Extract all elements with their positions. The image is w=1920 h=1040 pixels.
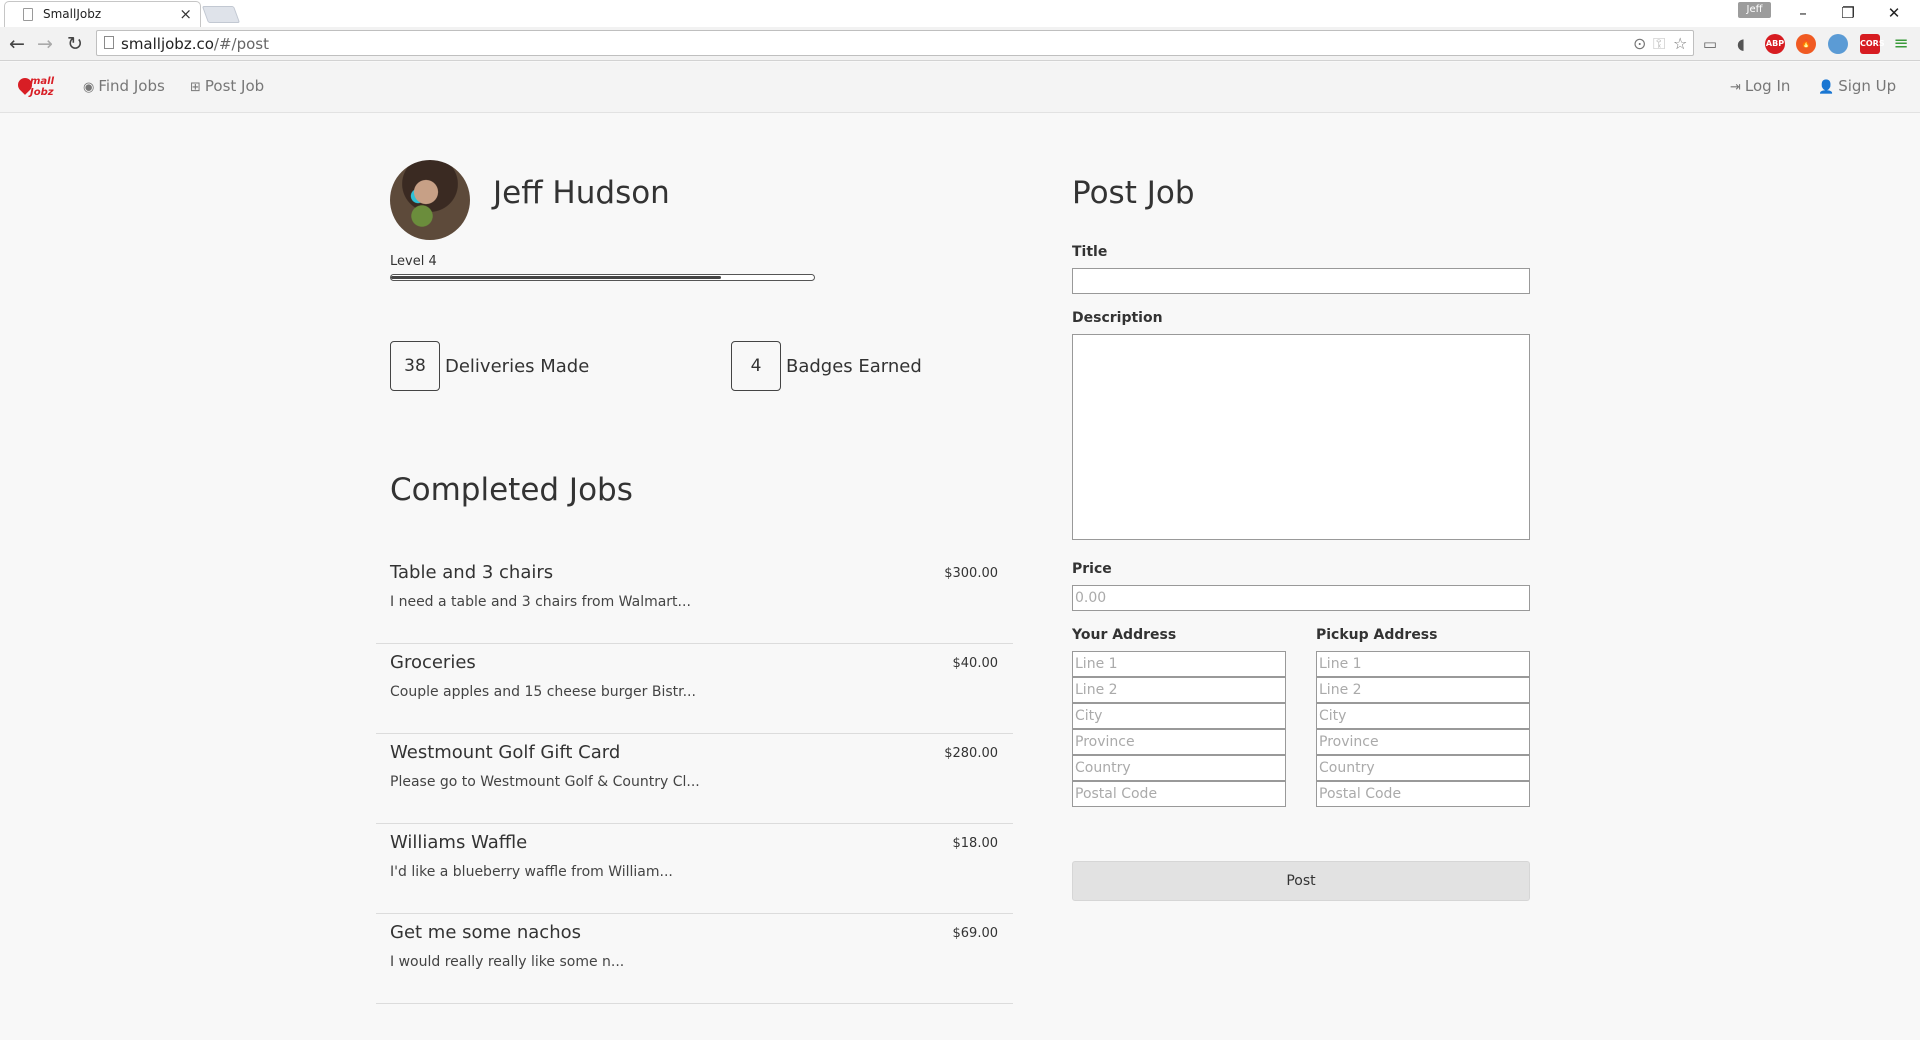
completed-jobs-heading: Completed Jobs bbox=[390, 472, 633, 508]
badges-count: 4 bbox=[731, 341, 781, 391]
cast-icon[interactable]: ▭ bbox=[1700, 34, 1720, 54]
tab-title: SmallJobz bbox=[43, 7, 102, 21]
sign-in-icon: ⇥ bbox=[1730, 80, 1741, 95]
browser-tabstrip: SmallJobz × Jeff – ❐ ✕ bbox=[0, 0, 1920, 27]
your-address-country-input[interactable] bbox=[1072, 755, 1286, 781]
nav-sign-up[interactable]: 👤 Sign Up bbox=[1818, 77, 1896, 95]
title-input[interactable] bbox=[1072, 268, 1530, 294]
cors-extension-icon[interactable]: CORS bbox=[1860, 34, 1885, 54]
nav-post-job[interactable]: ⊞ Post Job bbox=[190, 77, 264, 95]
nav-log-in[interactable]: ⇥ Log In bbox=[1730, 77, 1790, 95]
bookmark-star-icon[interactable]: ☆ bbox=[1673, 34, 1687, 53]
new-tab-button[interactable] bbox=[201, 6, 241, 23]
logo-text: mall Jobz bbox=[30, 76, 55, 98]
job-price: $300.00 bbox=[944, 566, 998, 581]
post-button[interactable]: Post bbox=[1072, 861, 1530, 901]
price-label: Price bbox=[1072, 561, 1112, 577]
address-bar[interactable]: smalljobz.co/#/post ⊙ ⚿ ☆ bbox=[96, 30, 1694, 56]
your-address-label: Your Address bbox=[1072, 627, 1177, 643]
job-price: $280.00 bbox=[944, 746, 998, 761]
pickup-address-label: Pickup Address bbox=[1316, 627, 1438, 643]
level-label: Level 4 bbox=[390, 254, 437, 269]
job-row[interactable]: Williams Waffle I'd like a blueberry waf… bbox=[376, 824, 1013, 914]
post-job-heading: Post Job bbox=[1072, 175, 1195, 211]
camera-extension-icon[interactable] bbox=[1828, 34, 1848, 54]
job-price: $18.00 bbox=[952, 836, 999, 851]
job-title: Table and 3 chairs bbox=[390, 562, 554, 583]
nav-find-jobs-label: Find Jobs bbox=[98, 77, 165, 95]
title-label: Title bbox=[1072, 244, 1108, 260]
badges-label: Badges Earned bbox=[786, 356, 922, 377]
your-address-line1-input[interactable] bbox=[1072, 651, 1286, 677]
job-title: Get me some nachos bbox=[390, 922, 581, 943]
your-address-postal-input[interactable] bbox=[1072, 781, 1286, 807]
description-label: Description bbox=[1072, 310, 1163, 326]
deliveries-count: 38 bbox=[390, 341, 440, 391]
page-icon bbox=[23, 8, 33, 21]
job-price: $69.00 bbox=[952, 926, 999, 941]
your-address-city-input[interactable] bbox=[1072, 703, 1286, 729]
job-title: Groceries bbox=[390, 652, 476, 673]
description-textarea[interactable] bbox=[1072, 334, 1530, 540]
level-progress-fill bbox=[391, 276, 721, 279]
user-name: Jeff Hudson bbox=[493, 175, 670, 211]
job-row[interactable]: Table and 3 chairs I need a table and 3 … bbox=[376, 554, 1013, 644]
audio-icon[interactable]: ◖ bbox=[1731, 34, 1751, 54]
avatar bbox=[390, 160, 470, 240]
plus-square-icon: ⊞ bbox=[190, 80, 201, 95]
browser-tab[interactable]: SmallJobz × bbox=[4, 1, 201, 27]
restore-icon[interactable]: ❐ bbox=[1828, 2, 1868, 24]
job-title: Westmount Golf Gift Card bbox=[390, 742, 621, 763]
price-input[interactable] bbox=[1072, 585, 1530, 611]
deliveries-label: Deliveries Made bbox=[445, 356, 590, 377]
menu-icon[interactable]: ≡ bbox=[1888, 31, 1914, 57]
pickup-address-line1-input[interactable] bbox=[1316, 651, 1530, 677]
profile-badge[interactable]: Jeff bbox=[1738, 2, 1771, 18]
window-close-icon[interactable]: ✕ bbox=[1874, 2, 1914, 24]
job-row[interactable]: Groceries Couple apples and 15 cheese bu… bbox=[376, 644, 1013, 734]
url-text[interactable]: smalljobz.co/#/post bbox=[121, 35, 269, 53]
pickup-address-line2-input[interactable] bbox=[1316, 677, 1530, 703]
level-progress-bar bbox=[390, 274, 815, 281]
smalljobz-logo[interactable]: mall Jobz bbox=[15, 75, 55, 100]
nav-post-job-label: Post Job bbox=[204, 77, 265, 95]
job-description: I'd like a blueberry waffle from William… bbox=[390, 864, 673, 880]
tab-close-icon[interactable]: × bbox=[179, 5, 192, 23]
page-info-icon[interactable] bbox=[104, 36, 114, 49]
job-description: I would really really like some n... bbox=[390, 954, 625, 970]
pickup-address-country-input[interactable] bbox=[1316, 755, 1530, 781]
adblock-icon[interactable]: ABP bbox=[1765, 34, 1785, 54]
location-icon[interactable]: ⊙ bbox=[1633, 34, 1646, 53]
your-address-line2-input[interactable] bbox=[1072, 677, 1286, 703]
pickup-address-province-input[interactable] bbox=[1316, 729, 1530, 755]
eye-icon: ◉ bbox=[83, 80, 95, 95]
nav-sign-up-label: Sign Up bbox=[1838, 77, 1897, 95]
forward-arrow-icon[interactable]: → bbox=[32, 31, 58, 57]
user-plus-icon: 👤 bbox=[1818, 80, 1835, 95]
browser-toolbar: ← → ↻ smalljobz.co/#/post ⊙ ⚿ ☆ ▭ ◖ ABP … bbox=[0, 27, 1920, 61]
back-arrow-icon[interactable]: ← bbox=[4, 31, 30, 57]
app-navbar: mall Jobz ◉ Find Jobs ⊞ Post Job ⇥ Log In 👤 S… bbox=[0, 62, 1920, 113]
reload-icon[interactable]: ↻ bbox=[62, 31, 88, 57]
job-description: I need a table and 3 chairs from Walmart… bbox=[390, 594, 691, 610]
pickup-address-postal-input[interactable] bbox=[1316, 781, 1530, 807]
job-title: Williams Waffle bbox=[390, 832, 528, 853]
job-description: Couple apples and 15 cheese burger Bistr… bbox=[390, 684, 696, 700]
minimize-icon[interactable]: – bbox=[1783, 2, 1823, 24]
job-row[interactable]: Westmount Golf Gift Card Please go to We… bbox=[376, 734, 1013, 824]
job-row[interactable]: Get me some nachos I would really really… bbox=[376, 914, 1013, 1004]
nav-log-in-label: Log In bbox=[1744, 77, 1791, 95]
nav-find-jobs[interactable]: ◉ Find Jobs bbox=[83, 77, 165, 95]
job-description: Please go to Westmount Golf & Country Cl… bbox=[390, 774, 700, 790]
pickup-address-city-input[interactable] bbox=[1316, 703, 1530, 729]
key-icon[interactable]: ⚿ bbox=[1653, 34, 1665, 54]
fire-extension-icon[interactable]: 🔥 bbox=[1796, 34, 1816, 54]
job-price: $40.00 bbox=[952, 656, 999, 671]
your-address-province-input[interactable] bbox=[1072, 729, 1286, 755]
